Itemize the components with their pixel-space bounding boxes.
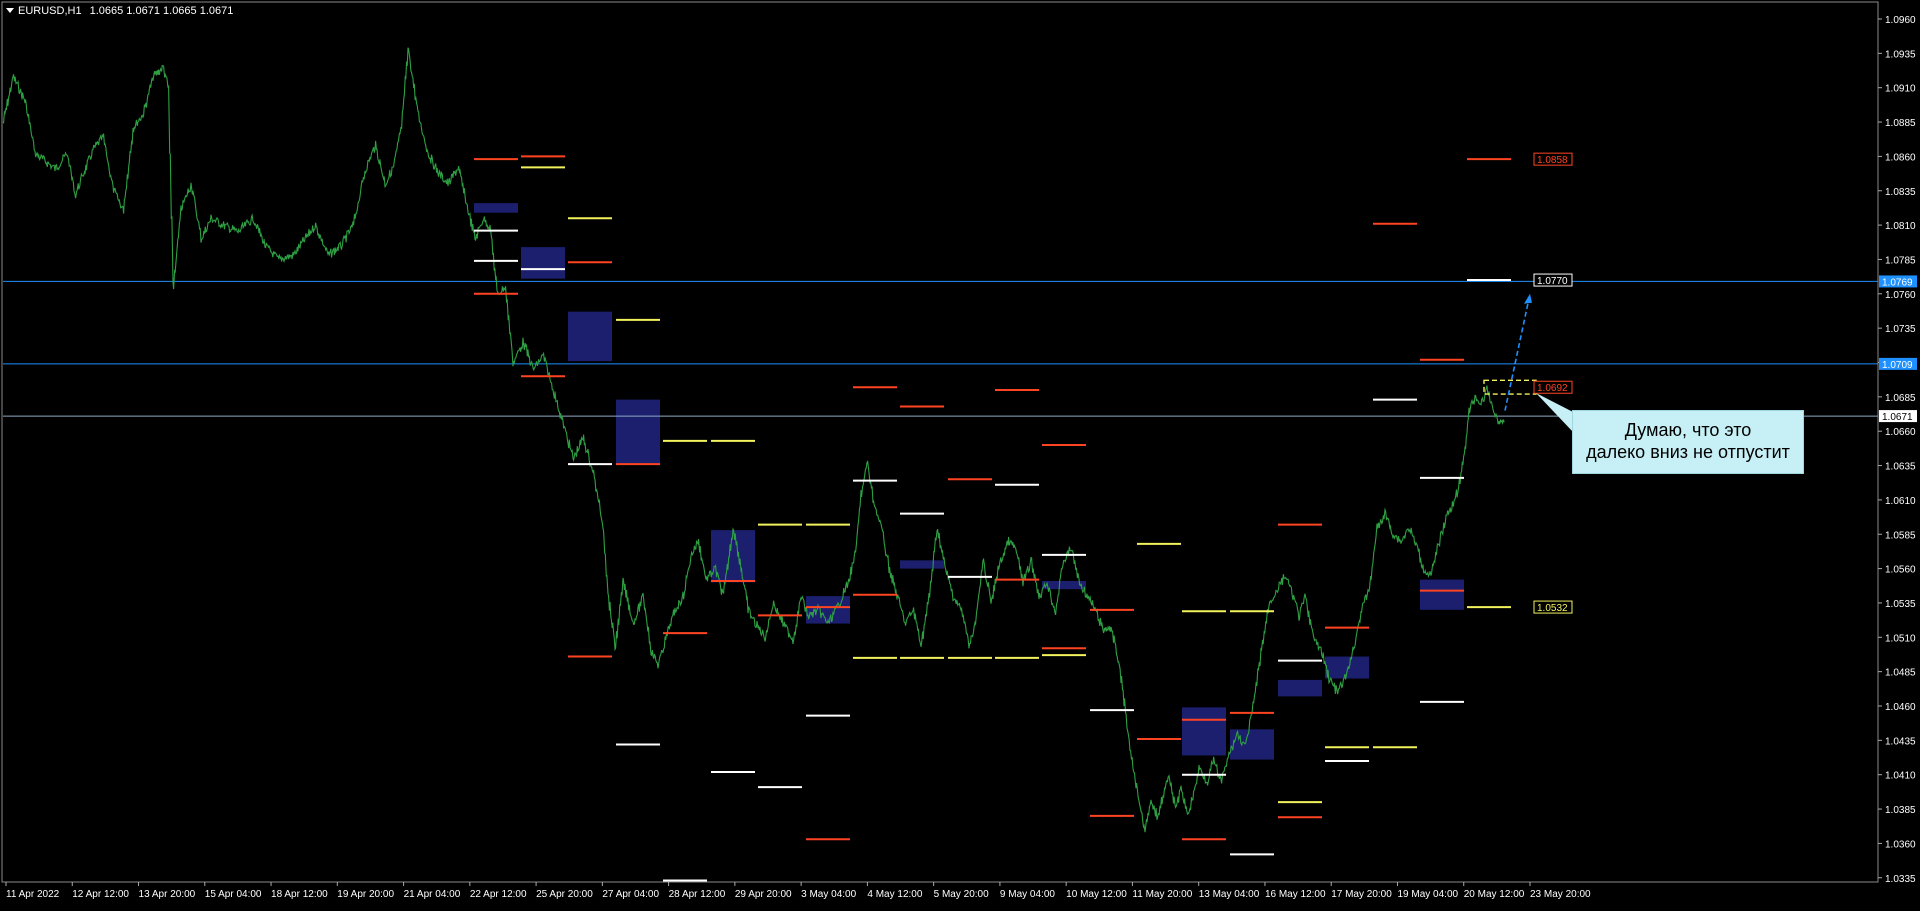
ohlc-low: 1.0665 bbox=[163, 5, 197, 17]
x-tick-label: 5 May 20:00 bbox=[934, 889, 989, 900]
ohlc-close: 1.0671 bbox=[199, 5, 234, 17]
x-tick-label: 23 May 20:00 bbox=[1530, 889, 1591, 900]
x-tick-label: 22 Apr 12:00 bbox=[470, 889, 527, 900]
y-tick-label: 1.0385 bbox=[1885, 805, 1916, 816]
x-tick-label: 9 May 04:00 bbox=[1000, 889, 1055, 900]
callout-line-1: Думаю, что это bbox=[1624, 420, 1752, 440]
x-tick-label: 21 Apr 04:00 bbox=[404, 889, 461, 900]
y-tick-label: 1.0610 bbox=[1885, 496, 1916, 507]
x-tick-label: 27 Apr 04:00 bbox=[602, 889, 659, 900]
y-tick-label: 1.0760 bbox=[1885, 290, 1916, 301]
comment-callout[interactable]: Думаю, что это далеко вниз не отпустит bbox=[1572, 410, 1804, 474]
value-tag-label: 1.0532 bbox=[1537, 603, 1568, 614]
y-tick-label: 1.0835 bbox=[1885, 187, 1916, 198]
y-tick-label: 1.0485 bbox=[1885, 668, 1916, 679]
ohlc-high: 1.0671 bbox=[126, 5, 160, 17]
x-tick-label: 17 May 20:00 bbox=[1331, 889, 1392, 900]
y-tick-label: 1.0435 bbox=[1885, 736, 1916, 747]
x-tick-label: 4 May 12:00 bbox=[867, 889, 922, 900]
zone-rect bbox=[616, 399, 660, 465]
zone-rect bbox=[1182, 707, 1226, 756]
y-tick-label: 1.0860 bbox=[1885, 152, 1916, 163]
value-tag-label: 1.0770 bbox=[1537, 276, 1568, 287]
y-tick-label: 1.0785 bbox=[1885, 255, 1916, 266]
y-tick-label: 1.0585 bbox=[1885, 530, 1916, 541]
ohlc-open: 1.0665 bbox=[89, 5, 124, 17]
x-tick-label: 12 Apr 12:00 bbox=[72, 889, 129, 900]
x-tick-label: 20 May 12:00 bbox=[1464, 889, 1525, 900]
value-tag-label: 1.0858 bbox=[1537, 155, 1568, 166]
y-tick-label: 1.0535 bbox=[1885, 599, 1916, 610]
price-badge-label: 1.0769 bbox=[1882, 277, 1913, 288]
x-tick-label: 18 Apr 12:00 bbox=[271, 889, 328, 900]
y-tick-label: 1.0910 bbox=[1885, 84, 1916, 95]
y-tick-label: 1.0885 bbox=[1885, 118, 1916, 129]
y-tick-label: 1.0410 bbox=[1885, 771, 1916, 782]
y-tick-label: 1.0685 bbox=[1885, 393, 1916, 404]
x-tick-label: 19 Apr 20:00 bbox=[337, 889, 394, 900]
x-tick-label: 3 May 04:00 bbox=[801, 889, 856, 900]
x-tick-label: 16 May 12:00 bbox=[1265, 889, 1326, 900]
y-tick-label: 1.0560 bbox=[1885, 565, 1916, 576]
y-tick-label: 1.0735 bbox=[1885, 324, 1916, 335]
y-tick-label: 1.0335 bbox=[1885, 874, 1916, 885]
zone-rect bbox=[1420, 579, 1464, 610]
y-tick-label: 1.0510 bbox=[1885, 633, 1916, 644]
zone-rect bbox=[1325, 656, 1369, 679]
price-badge-label: 1.0671 bbox=[1882, 412, 1913, 423]
price-badge-label: 1.0709 bbox=[1882, 360, 1913, 371]
x-tick-label: 11 May 20:00 bbox=[1132, 889, 1192, 900]
x-tick-label: 10 May 12:00 bbox=[1066, 889, 1127, 900]
chart-area[interactable]: 1.0960 1.0935 1.0910 1.0885 1.0860 1.0835 1.08… bbox=[0, 0, 1920, 906]
zone-rect bbox=[521, 247, 565, 279]
y-tick-label: 1.0810 bbox=[1885, 221, 1916, 232]
zone-rect bbox=[900, 560, 944, 569]
x-tick-label: 28 Apr 12:00 bbox=[669, 889, 726, 900]
x-tick-label: 15 Apr 04:00 bbox=[205, 889, 262, 900]
chart-header: EURUSD,H1 1.0665 1.0671 1.0665 1.0671 bbox=[6, 5, 233, 17]
x-tick-label: 11 Apr 2022 bbox=[6, 889, 60, 900]
value-tag-label: 1.0692 bbox=[1537, 383, 1568, 394]
y-tick-label: 1.0660 bbox=[1885, 427, 1916, 438]
zone-rect bbox=[568, 311, 612, 362]
y-tick-label: 1.0460 bbox=[1885, 702, 1916, 713]
callout-line-2: далеко вниз не отпустит bbox=[1586, 442, 1790, 462]
zone-rect bbox=[1278, 679, 1322, 697]
x-tick-label: 19 May 04:00 bbox=[1397, 889, 1458, 900]
zone-rect bbox=[474, 203, 518, 213]
symbol-label: EURUSD,H1 bbox=[18, 5, 82, 17]
y-tick-label: 1.0635 bbox=[1885, 462, 1916, 473]
y-tick-label: 1.0935 bbox=[1885, 49, 1916, 60]
x-tick-label: 25 Apr 20:00 bbox=[536, 889, 593, 900]
x-tick-label: 13 Apr 20:00 bbox=[139, 889, 196, 900]
y-tick-label: 1.0360 bbox=[1885, 839, 1916, 850]
y-tick-label: 1.0960 bbox=[1885, 15, 1916, 26]
x-tick-label: 29 Apr 20:00 bbox=[735, 889, 792, 900]
x-tick-label: 13 May 04:00 bbox=[1199, 889, 1260, 900]
dropdown-triangle-icon[interactable] bbox=[6, 8, 14, 13]
